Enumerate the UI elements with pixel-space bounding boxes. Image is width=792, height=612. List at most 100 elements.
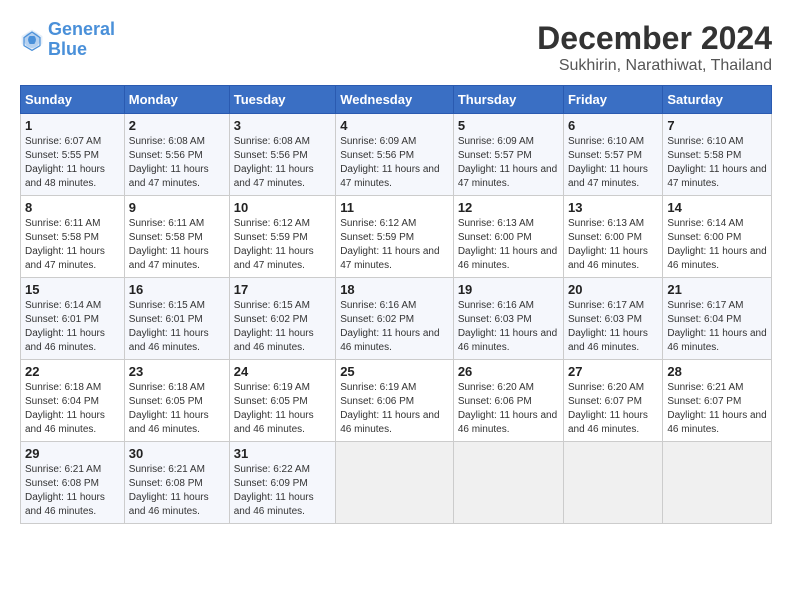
day-number: 10 xyxy=(234,200,331,215)
day-number: 31 xyxy=(234,446,331,461)
table-row: 30 Sunrise: 6:21 AM Sunset: 6:08 PM Dayl… xyxy=(124,442,229,524)
day-info: Sunrise: 6:13 AM Sunset: 6:00 PM Dayligh… xyxy=(568,217,658,273)
day-info: Sunrise: 6:11 AM Sunset: 5:58 PM Dayligh… xyxy=(25,217,120,273)
table-row: 12 Sunrise: 6:13 AM Sunset: 6:00 PM Dayl… xyxy=(453,196,563,278)
table-row xyxy=(563,442,662,524)
logo-line1: General xyxy=(48,19,115,39)
table-row: 24 Sunrise: 6:19 AM Sunset: 6:05 PM Dayl… xyxy=(229,360,335,442)
table-row: 14 Sunrise: 6:14 AM Sunset: 6:00 PM Dayl… xyxy=(663,196,772,278)
table-row: 6 Sunrise: 6:10 AM Sunset: 5:57 PM Dayli… xyxy=(563,114,662,196)
day-info: Sunrise: 6:18 AM Sunset: 6:04 PM Dayligh… xyxy=(25,381,120,437)
day-info: Sunrise: 6:21 AM Sunset: 6:07 PM Dayligh… xyxy=(667,381,767,437)
day-info: Sunrise: 6:10 AM Sunset: 5:57 PM Dayligh… xyxy=(568,135,658,191)
day-number: 7 xyxy=(667,118,767,133)
col-thursday: Thursday xyxy=(453,86,563,114)
day-info: Sunrise: 6:09 AM Sunset: 5:57 PM Dayligh… xyxy=(458,135,559,191)
day-number: 8 xyxy=(25,200,120,215)
day-number: 13 xyxy=(568,200,658,215)
day-number: 1 xyxy=(25,118,120,133)
day-info: Sunrise: 6:16 AM Sunset: 6:03 PM Dayligh… xyxy=(458,299,559,355)
table-row: 3 Sunrise: 6:08 AM Sunset: 5:56 PM Dayli… xyxy=(229,114,335,196)
day-number: 2 xyxy=(129,118,225,133)
day-info: Sunrise: 6:19 AM Sunset: 6:05 PM Dayligh… xyxy=(234,381,331,437)
day-number: 26 xyxy=(458,364,559,379)
day-info: Sunrise: 6:08 AM Sunset: 5:56 PM Dayligh… xyxy=(129,135,225,191)
day-number: 6 xyxy=(568,118,658,133)
table-row: 25 Sunrise: 6:19 AM Sunset: 6:06 PM Dayl… xyxy=(336,360,454,442)
day-number: 18 xyxy=(340,282,449,297)
table-row: 28 Sunrise: 6:21 AM Sunset: 6:07 PM Dayl… xyxy=(663,360,772,442)
table-row: 22 Sunrise: 6:18 AM Sunset: 6:04 PM Dayl… xyxy=(21,360,125,442)
col-sunday: Sunday xyxy=(21,86,125,114)
day-info: Sunrise: 6:08 AM Sunset: 5:56 PM Dayligh… xyxy=(234,135,331,191)
table-row: 2 Sunrise: 6:08 AM Sunset: 5:56 PM Dayli… xyxy=(124,114,229,196)
table-row xyxy=(453,442,563,524)
table-row: 4 Sunrise: 6:09 AM Sunset: 5:56 PM Dayli… xyxy=(336,114,454,196)
col-saturday: Saturday xyxy=(663,86,772,114)
col-friday: Friday xyxy=(563,86,662,114)
logo-text: General Blue xyxy=(48,20,115,60)
table-row: 27 Sunrise: 6:20 AM Sunset: 6:07 PM Dayl… xyxy=(563,360,662,442)
day-info: Sunrise: 6:15 AM Sunset: 6:02 PM Dayligh… xyxy=(234,299,331,355)
day-number: 22 xyxy=(25,364,120,379)
day-info: Sunrise: 6:12 AM Sunset: 5:59 PM Dayligh… xyxy=(234,217,331,273)
table-row: 7 Sunrise: 6:10 AM Sunset: 5:58 PM Dayli… xyxy=(663,114,772,196)
location-subtitle: Sukhirin, Narathiwat, Thailand xyxy=(537,57,772,75)
table-row: 20 Sunrise: 6:17 AM Sunset: 6:03 PM Dayl… xyxy=(563,278,662,360)
logo-line2: Blue xyxy=(48,39,87,59)
table-row: 23 Sunrise: 6:18 AM Sunset: 6:05 PM Dayl… xyxy=(124,360,229,442)
page-header: General Blue December 2024 Sukhirin, Nar… xyxy=(20,20,772,75)
day-info: Sunrise: 6:20 AM Sunset: 6:07 PM Dayligh… xyxy=(568,381,658,437)
day-number: 25 xyxy=(340,364,449,379)
day-number: 11 xyxy=(340,200,449,215)
calendar-row-1: 1 Sunrise: 6:07 AM Sunset: 5:55 PM Dayli… xyxy=(21,114,772,196)
day-number: 20 xyxy=(568,282,658,297)
day-info: Sunrise: 6:07 AM Sunset: 5:55 PM Dayligh… xyxy=(25,135,120,191)
day-number: 23 xyxy=(129,364,225,379)
calendar-row-5: 29 Sunrise: 6:21 AM Sunset: 6:08 PM Dayl… xyxy=(21,442,772,524)
day-info: Sunrise: 6:21 AM Sunset: 6:08 PM Dayligh… xyxy=(129,463,225,519)
calendar-row-2: 8 Sunrise: 6:11 AM Sunset: 5:58 PM Dayli… xyxy=(21,196,772,278)
day-number: 3 xyxy=(234,118,331,133)
day-info: Sunrise: 6:17 AM Sunset: 6:03 PM Dayligh… xyxy=(568,299,658,355)
table-row: 1 Sunrise: 6:07 AM Sunset: 5:55 PM Dayli… xyxy=(21,114,125,196)
day-info: Sunrise: 6:14 AM Sunset: 6:00 PM Dayligh… xyxy=(667,217,767,273)
logo: General Blue xyxy=(20,20,115,60)
col-wednesday: Wednesday xyxy=(336,86,454,114)
table-row: 26 Sunrise: 6:20 AM Sunset: 6:06 PM Dayl… xyxy=(453,360,563,442)
table-row: 16 Sunrise: 6:15 AM Sunset: 6:01 PM Dayl… xyxy=(124,278,229,360)
table-row: 13 Sunrise: 6:13 AM Sunset: 6:00 PM Dayl… xyxy=(563,196,662,278)
day-number: 19 xyxy=(458,282,559,297)
day-number: 28 xyxy=(667,364,767,379)
table-row: 19 Sunrise: 6:16 AM Sunset: 6:03 PM Dayl… xyxy=(453,278,563,360)
title-block: December 2024 Sukhirin, Narathiwat, Thai… xyxy=(537,20,772,75)
day-info: Sunrise: 6:18 AM Sunset: 6:05 PM Dayligh… xyxy=(129,381,225,437)
day-number: 4 xyxy=(340,118,449,133)
table-row xyxy=(663,442,772,524)
calendar-row-3: 15 Sunrise: 6:14 AM Sunset: 6:01 PM Dayl… xyxy=(21,278,772,360)
day-number: 30 xyxy=(129,446,225,461)
day-number: 24 xyxy=(234,364,331,379)
day-number: 14 xyxy=(667,200,767,215)
table-row: 18 Sunrise: 6:16 AM Sunset: 6:02 PM Dayl… xyxy=(336,278,454,360)
day-info: Sunrise: 6:20 AM Sunset: 6:06 PM Dayligh… xyxy=(458,381,559,437)
table-row: 31 Sunrise: 6:22 AM Sunset: 6:09 PM Dayl… xyxy=(229,442,335,524)
table-row: 11 Sunrise: 6:12 AM Sunset: 5:59 PM Dayl… xyxy=(336,196,454,278)
table-row: 5 Sunrise: 6:09 AM Sunset: 5:57 PM Dayli… xyxy=(453,114,563,196)
day-info: Sunrise: 6:16 AM Sunset: 6:02 PM Dayligh… xyxy=(340,299,449,355)
table-row xyxy=(336,442,454,524)
table-row: 15 Sunrise: 6:14 AM Sunset: 6:01 PM Dayl… xyxy=(21,278,125,360)
table-row: 21 Sunrise: 6:17 AM Sunset: 6:04 PM Dayl… xyxy=(663,278,772,360)
day-info: Sunrise: 6:15 AM Sunset: 6:01 PM Dayligh… xyxy=(129,299,225,355)
day-info: Sunrise: 6:09 AM Sunset: 5:56 PM Dayligh… xyxy=(340,135,449,191)
day-number: 16 xyxy=(129,282,225,297)
day-info: Sunrise: 6:10 AM Sunset: 5:58 PM Dayligh… xyxy=(667,135,767,191)
month-title: December 2024 xyxy=(537,20,772,57)
calendar-table: Sunday Monday Tuesday Wednesday Thursday… xyxy=(20,85,772,524)
day-info: Sunrise: 6:19 AM Sunset: 6:06 PM Dayligh… xyxy=(340,381,449,437)
day-info: Sunrise: 6:21 AM Sunset: 6:08 PM Dayligh… xyxy=(25,463,120,519)
weekday-header-row: Sunday Monday Tuesday Wednesday Thursday… xyxy=(21,86,772,114)
table-row: 8 Sunrise: 6:11 AM Sunset: 5:58 PM Dayli… xyxy=(21,196,125,278)
day-number: 15 xyxy=(25,282,120,297)
day-info: Sunrise: 6:14 AM Sunset: 6:01 PM Dayligh… xyxy=(25,299,120,355)
